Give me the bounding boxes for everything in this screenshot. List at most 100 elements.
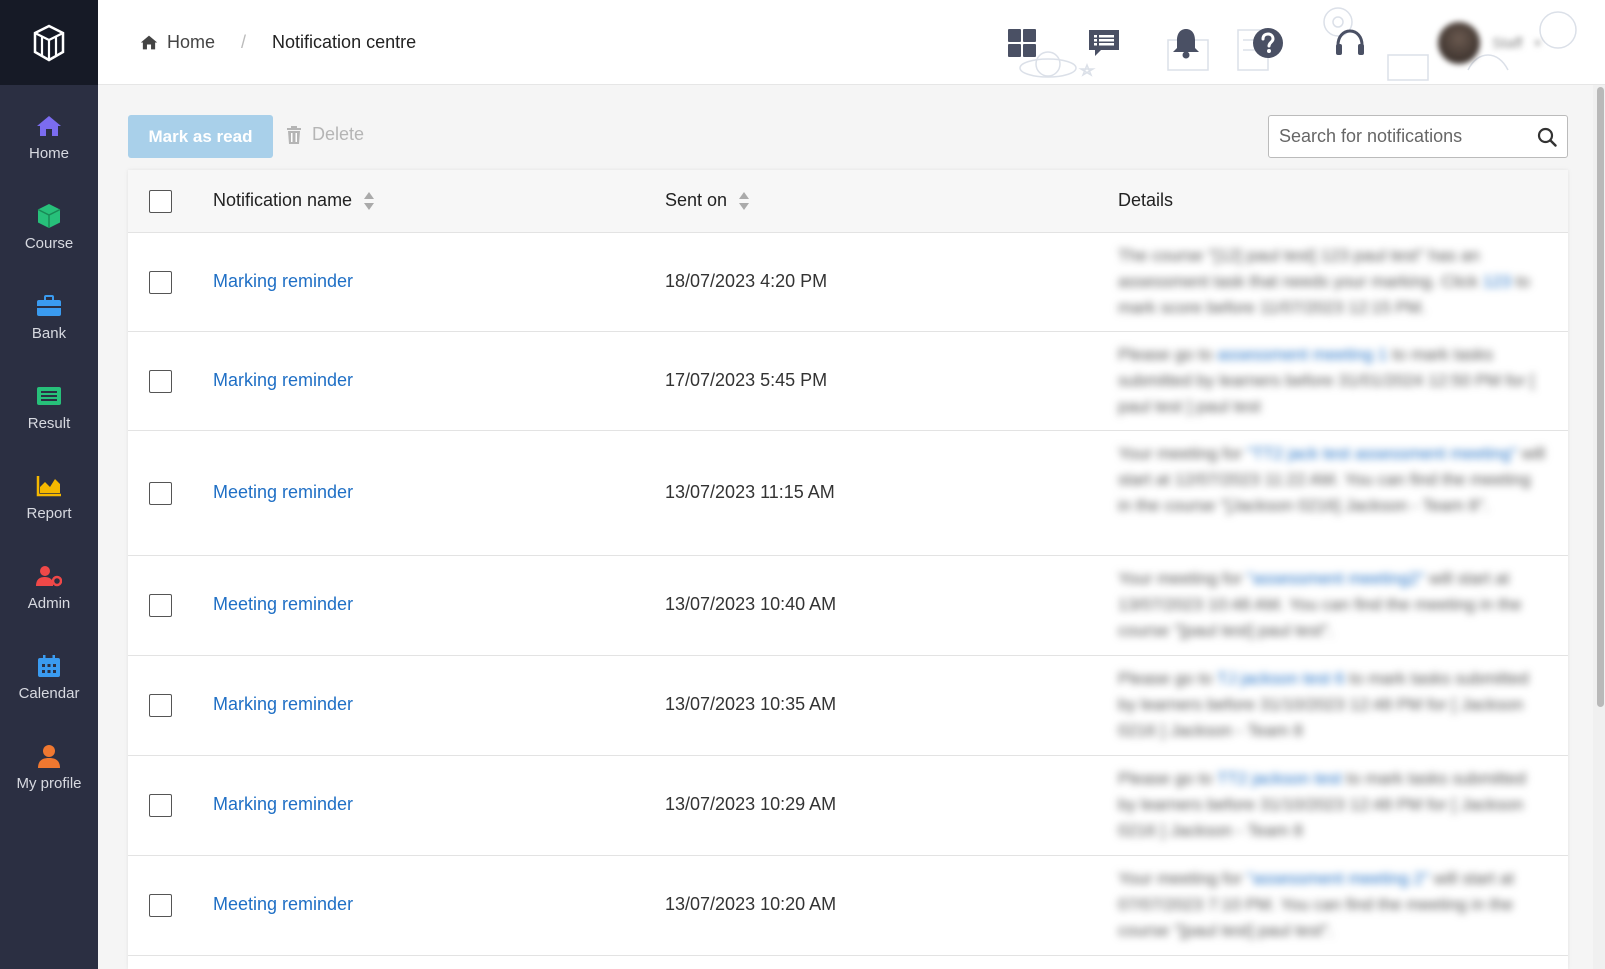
- column-header-label: Sent on: [665, 190, 728, 210]
- details-text-pre: Please go to: [1118, 669, 1213, 688]
- notification-name-link[interactable]: Marking reminder: [213, 370, 353, 391]
- sidebar-item-bank[interactable]: Bank: [0, 265, 98, 355]
- headset-icon[interactable]: [1331, 24, 1369, 62]
- details-text-pre: Your meeting for: [1118, 444, 1243, 463]
- sidebar-item-label: Bank: [31, 325, 67, 342]
- notification-name-link[interactable]: Marking reminder: [213, 694, 353, 715]
- sidebar-item-label: My profile: [16, 775, 82, 792]
- table-row: Marking reminder 17/07/2023 5:45 PM Plea…: [128, 332, 1568, 431]
- delete-label: Delete: [312, 124, 365, 144]
- notification-name-link[interactable]: Marking reminder: [213, 794, 353, 815]
- sent-on-value: 13/07/2023 10:35 AM: [665, 694, 837, 714]
- row-checkbox[interactable]: [149, 694, 172, 717]
- sidebar-item-label: Admin: [27, 595, 71, 612]
- user-name: Staff: [1492, 34, 1523, 52]
- row-checkbox[interactable]: [149, 482, 172, 505]
- details-link[interactable]: "assessment meeting 2": [1247, 869, 1429, 888]
- breadcrumb: Home / Notification centre: [140, 32, 416, 53]
- help-icon[interactable]: [1249, 24, 1287, 62]
- notification-name-link[interactable]: Meeting reminder: [213, 482, 353, 503]
- bell-icon[interactable]: [1167, 24, 1205, 62]
- list-icon: [36, 383, 62, 409]
- details-text-pre: Please go to: [1118, 345, 1213, 364]
- details-text: Please go to assessment meeting 1 to mar…: [1118, 342, 1548, 420]
- scrollbar-thumb[interactable]: [1597, 87, 1604, 707]
- select-all-checkbox[interactable]: [149, 190, 172, 213]
- user-icon: [36, 743, 62, 769]
- search-input[interactable]: [1269, 116, 1527, 157]
- briefcase-icon: [36, 293, 62, 319]
- details-text: Please go to TT2 jackson test to mark ta…: [1118, 766, 1548, 844]
- column-header-sent-on[interactable]: Sent on: [665, 190, 750, 211]
- details-text: Your meeting for "assessment meeting 2" …: [1118, 866, 1548, 944]
- table-row: Meeting reminder 13/07/2023 10:20 AM You…: [128, 856, 1568, 956]
- notification-name-link[interactable]: Meeting reminder: [213, 594, 353, 615]
- sort-icon[interactable]: [739, 191, 750, 210]
- table-row: Marking reminder 13/07/2023 10:29 AM Ple…: [128, 756, 1568, 856]
- sidebar: Home Course Bank Result Report Admin Cal…: [0, 0, 98, 969]
- cube-icon: [36, 203, 62, 229]
- row-checkbox[interactable]: [149, 370, 172, 393]
- details-link[interactable]: "TT2 jack test assessment meeting": [1247, 444, 1517, 463]
- details-text-pre: Your meeting for: [1118, 869, 1243, 888]
- details-link[interactable]: assessment meeting 1: [1217, 345, 1387, 364]
- sidebar-item-label: Home: [28, 145, 69, 162]
- sidebar-item-course[interactable]: Course: [0, 175, 98, 265]
- details-link[interactable]: 123: [1483, 272, 1511, 291]
- sidebar-item-admin[interactable]: Admin: [0, 535, 98, 625]
- mark-as-read-button[interactable]: Mark as read: [128, 115, 273, 158]
- sidebar-item-home[interactable]: Home: [0, 85, 98, 175]
- table-row: Marking reminder 18/07/2023 4:20 PM The …: [128, 233, 1568, 332]
- header-actions: [1003, 24, 1413, 62]
- column-header-details: Details: [1118, 190, 1173, 211]
- app-logo[interactable]: [0, 0, 98, 85]
- calendar-icon: [36, 653, 62, 679]
- notification-name-link[interactable]: Marking reminder: [213, 271, 353, 292]
- row-checkbox[interactable]: [149, 894, 172, 917]
- table-header: Notification name Sent on Details: [128, 170, 1568, 233]
- notification-name-link[interactable]: Meeting reminder: [213, 894, 353, 915]
- details-text: Please go to TJ jackson test 6 to mark t…: [1118, 666, 1548, 744]
- details-text-pre: Please go to: [1118, 769, 1213, 788]
- chevron-down-icon: ▾: [1534, 36, 1541, 50]
- sidebar-item-my-profile[interactable]: My profile: [0, 715, 98, 805]
- column-header-notification-name[interactable]: Notification name: [213, 190, 375, 211]
- sidebar-item-result[interactable]: Result: [0, 355, 98, 445]
- breadcrumb-home-label: Home: [167, 32, 216, 52]
- table-row: Meeting reminder 13/07/2023 11:15 AM You…: [128, 431, 1568, 556]
- home-icon: [140, 35, 158, 50]
- trash-icon: [287, 125, 301, 144]
- sidebar-item-label: Course: [24, 235, 74, 252]
- grid-icon[interactable]: [1003, 24, 1041, 62]
- column-header-label: Notification name: [213, 190, 353, 210]
- sidebar-item-calendar[interactable]: Calendar: [0, 625, 98, 715]
- details-link[interactable]: TJ jackson test 6: [1217, 669, 1345, 688]
- user-gear-icon: [36, 563, 62, 589]
- sidebar-item-label: Report: [26, 505, 72, 522]
- message-list-icon[interactable]: [1085, 24, 1123, 62]
- home-icon: [36, 113, 62, 139]
- breadcrumb-separator: /: [241, 32, 247, 52]
- sidebar-item-label: Result: [27, 415, 71, 432]
- sidebar-item-report[interactable]: Report: [0, 445, 98, 535]
- details-link[interactable]: "assessment meeting2": [1247, 569, 1424, 588]
- table-row: Marking reminder 13/07/2023 10:35 AM Ple…: [128, 656, 1568, 756]
- breadcrumb-home-link[interactable]: Home: [140, 32, 215, 53]
- delete-button[interactable]: Delete: [286, 124, 364, 145]
- logo-icon: [33, 24, 65, 61]
- avatar: [1438, 22, 1480, 64]
- user-menu[interactable]: Staff ▾: [1438, 18, 1564, 68]
- details-text: Your meeting for "TT2 jack test assessme…: [1118, 441, 1548, 519]
- search-icon[interactable]: [1527, 127, 1567, 147]
- row-checkbox[interactable]: [149, 594, 172, 617]
- sent-on-value: 13/07/2023 10:40 AM: [665, 594, 837, 614]
- details-link[interactable]: TT2 jackson test: [1217, 769, 1342, 788]
- row-checkbox[interactable]: [149, 794, 172, 817]
- sort-icon[interactable]: [364, 191, 375, 210]
- sent-on-value: 17/07/2023 5:45 PM: [665, 370, 828, 390]
- sent-on-value: 13/07/2023 10:20 AM: [665, 894, 837, 914]
- table-row: Meeting reminder 13/07/2023 10:40 AM You…: [128, 556, 1568, 656]
- details-text-pre: Your meeting for: [1118, 569, 1243, 588]
- row-checkbox[interactable]: [149, 271, 172, 294]
- sidebar-item-label: Calendar: [18, 685, 80, 702]
